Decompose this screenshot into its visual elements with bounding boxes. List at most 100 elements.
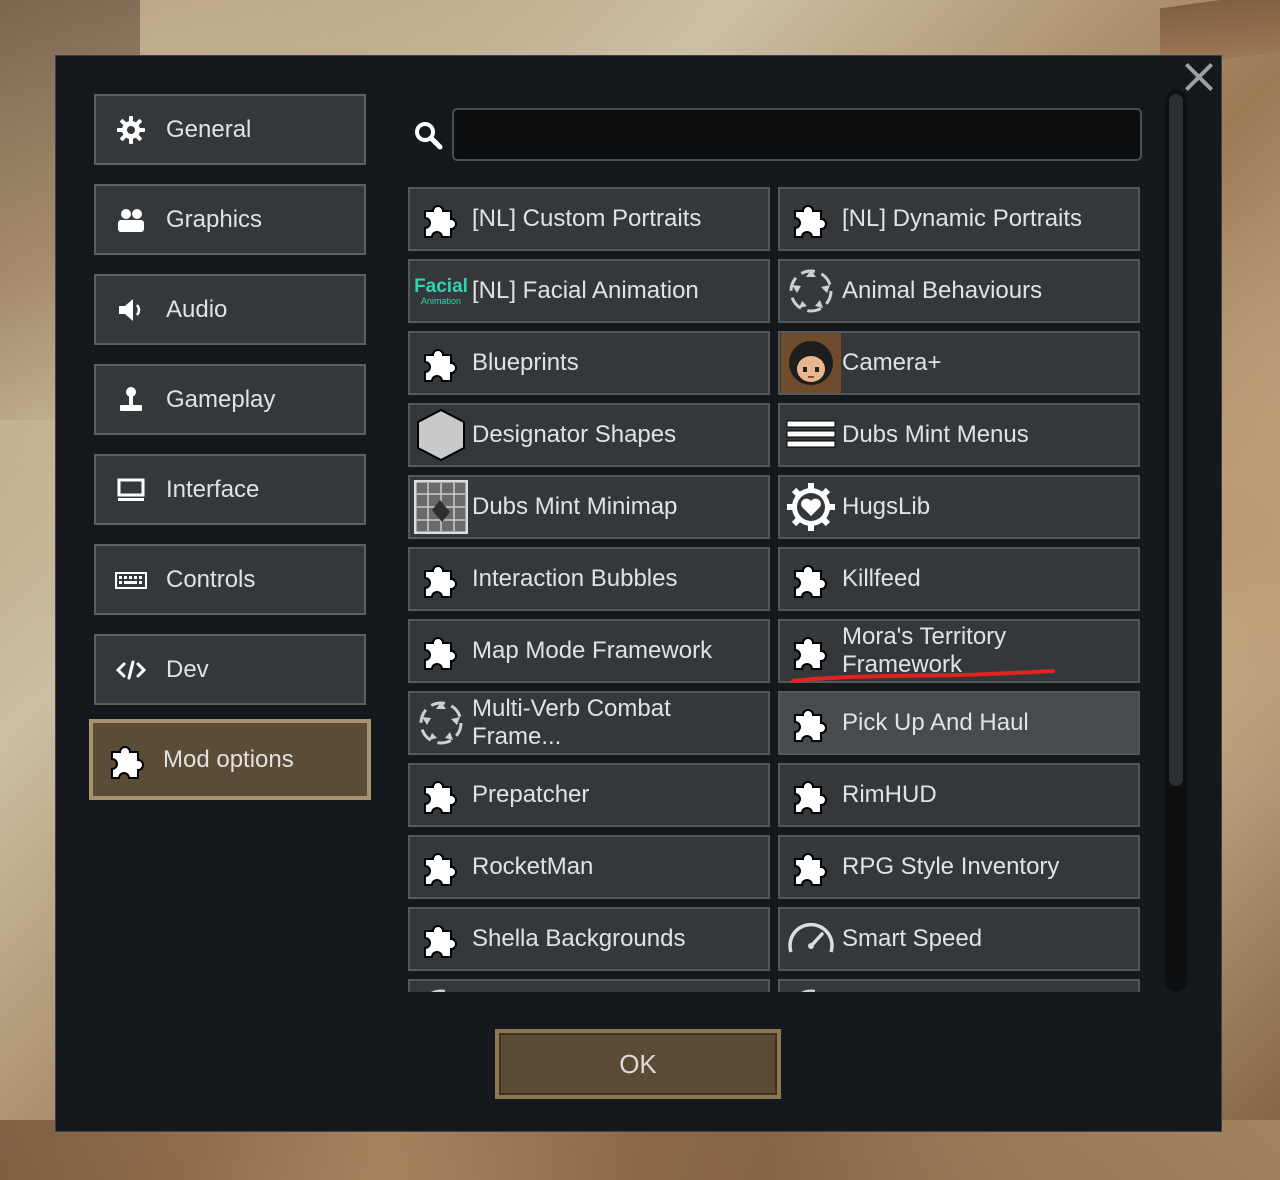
mod-item[interactable]: Blueprints bbox=[408, 331, 770, 395]
minimap-icon bbox=[410, 477, 472, 537]
puzzle-icon bbox=[410, 909, 472, 969]
sidebar-item-label: Gameplay bbox=[166, 385, 276, 413]
red-underline-annotation bbox=[791, 669, 1055, 683]
puzzle-icon bbox=[410, 621, 472, 681]
mod-item[interactable]: Dubs Mint Menus bbox=[778, 403, 1140, 467]
facial-animation-logo-icon: Facial Animation bbox=[410, 261, 472, 321]
mod-item-label: [NL] Dynamic Portraits bbox=[842, 205, 1083, 232]
mod-item-label: RimHUD bbox=[842, 781, 937, 808]
mod-item[interactable]: Pick Up And Haul bbox=[778, 691, 1140, 755]
monitor-icon bbox=[96, 475, 166, 505]
sidebar-item-graphics[interactable]: Graphics bbox=[94, 184, 366, 255]
mod-item[interactable] bbox=[778, 979, 1140, 992]
puzzle-icon bbox=[780, 765, 842, 825]
mod-item[interactable]: Designator Shapes bbox=[408, 403, 770, 467]
sidebar-item-general[interactable]: General bbox=[94, 94, 366, 165]
mod-item-label: [NL] Custom Portraits bbox=[472, 205, 702, 232]
sidebar-item-mod-options[interactable]: Mod options bbox=[89, 719, 371, 800]
puzzle-icon bbox=[410, 189, 472, 249]
puzzle-icon bbox=[410, 549, 472, 609]
puzzle-icon bbox=[93, 738, 163, 782]
search-icon bbox=[415, 122, 443, 150]
mod-item[interactable]: Facial Animation [NL] Facial Animation bbox=[408, 259, 770, 323]
circle-arrows-icon bbox=[780, 981, 842, 992]
mod-item-label: Blueprints bbox=[472, 349, 579, 376]
sidebar-item-label: Mod options bbox=[163, 745, 294, 773]
mod-item-label: Multi-Verb Combat Frame... bbox=[472, 695, 671, 750]
mod-item-label: Smart Speed bbox=[842, 925, 983, 952]
mod-item[interactable]: Prepatcher bbox=[408, 763, 770, 827]
mod-item[interactable]: Multi-Verb Combat Frame... bbox=[408, 691, 770, 755]
mod-item[interactable]: RocketMan bbox=[408, 835, 770, 899]
circle-arrows-icon bbox=[780, 261, 842, 321]
close-button[interactable] bbox=[1180, 58, 1218, 96]
sidebar-item-interface[interactable]: Interface bbox=[94, 454, 366, 525]
mod-item[interactable]: Vanilla Expanded bbox=[408, 979, 770, 992]
sidebar-item-controls[interactable]: Controls bbox=[94, 544, 366, 615]
puzzle-icon bbox=[410, 765, 472, 825]
mod-grid: [NL] Custom Portraits [NL] Dynamic Portra… bbox=[408, 187, 1140, 992]
mod-list: [NL] Custom Portraits [NL] Dynamic Portra… bbox=[408, 187, 1140, 992]
mod-item-label: Animal Behaviours bbox=[842, 277, 1043, 304]
mod-item-label: Map Mode Framework bbox=[472, 637, 713, 664]
puzzle-icon bbox=[780, 549, 842, 609]
mod-item-label: Interaction Bubbles bbox=[472, 565, 678, 592]
keyboard-icon bbox=[96, 565, 166, 595]
sidebar-item-label: General bbox=[166, 115, 252, 143]
mod-item-label: [NL] Facial Animation bbox=[472, 277, 699, 304]
mod-list-scrollbar[interactable] bbox=[1165, 90, 1187, 992]
circle-arrows-icon bbox=[410, 981, 472, 992]
mod-item-label: Shella Backgrounds bbox=[472, 925, 686, 952]
gear-icon bbox=[96, 115, 166, 145]
mod-item-label: Designator Shapes bbox=[472, 421, 677, 448]
mod-search-input[interactable] bbox=[452, 108, 1142, 161]
mod-item-label: Killfeed bbox=[842, 565, 921, 592]
mod-item-label: Dubs Mint Minimap bbox=[472, 493, 678, 520]
mod-item[interactable]: Smart Speed bbox=[778, 907, 1140, 971]
puzzle-icon bbox=[410, 333, 472, 393]
speedometer-icon bbox=[780, 909, 842, 969]
puzzle-icon bbox=[410, 837, 472, 897]
mod-item[interactable]: Animal Behaviours bbox=[778, 259, 1140, 323]
mod-item[interactable]: [NL] Dynamic Portraits bbox=[778, 187, 1140, 251]
people-icon bbox=[96, 205, 166, 235]
code-icon bbox=[96, 655, 166, 685]
facial-logo-text: Facial bbox=[414, 275, 468, 297]
mod-item[interactable]: Dubs Mint Minimap bbox=[408, 475, 770, 539]
sidebar-item-dev[interactable]: Dev bbox=[94, 634, 366, 705]
mod-item[interactable]: RimHUD bbox=[778, 763, 1140, 827]
sidebar-item-gameplay[interactable]: Gameplay bbox=[94, 364, 366, 435]
mod-item[interactable]: Map Mode Framework bbox=[408, 619, 770, 683]
facial-logo-subtext: Animation bbox=[420, 295, 462, 306]
sidebar-item-label: Controls bbox=[166, 565, 256, 593]
mod-item-label: RPG Style Inventory bbox=[842, 853, 1060, 880]
joystick-icon bbox=[96, 385, 166, 415]
mod-item[interactable]: [NL] Custom Portraits bbox=[408, 187, 770, 251]
mod-item-label: RocketMan bbox=[472, 853, 594, 880]
mod-item[interactable]: Shella Backgrounds bbox=[408, 907, 770, 971]
character-portrait-icon bbox=[780, 333, 842, 393]
mod-item-label: Pick Up And Haul bbox=[842, 709, 1029, 736]
hexagon-icon bbox=[410, 405, 472, 465]
mod-item-label: Dubs Mint Menus bbox=[842, 421, 1029, 448]
puzzle-icon bbox=[780, 837, 842, 897]
puzzle-icon bbox=[780, 189, 842, 249]
mod-item-label: Camera+ bbox=[842, 349, 942, 376]
circle-arrows-icon bbox=[410, 693, 472, 753]
sidebar-item-label: Graphics bbox=[166, 205, 263, 233]
scrollbar-thumb[interactable] bbox=[1169, 94, 1183, 786]
speaker-icon bbox=[96, 295, 166, 325]
sidebar-item-audio[interactable]: Audio bbox=[94, 274, 366, 345]
sidebar-item-label: Audio bbox=[166, 295, 228, 323]
heart-gear-icon bbox=[780, 477, 842, 537]
mod-item[interactable]: Interaction Bubbles bbox=[408, 547, 770, 611]
sidebar-item-label: Interface bbox=[166, 475, 260, 503]
puzzle-icon bbox=[780, 693, 842, 753]
ok-button[interactable]: OK bbox=[495, 1029, 781, 1099]
mod-item[interactable]: Camera+ bbox=[778, 331, 1140, 395]
mod-item[interactable]: HugsLib bbox=[778, 475, 1140, 539]
menu-lines-icon bbox=[780, 405, 842, 465]
mod-item-label: HugsLib bbox=[842, 493, 931, 520]
mod-item[interactable]: RPG Style Inventory bbox=[778, 835, 1140, 899]
mod-item[interactable]: Killfeed bbox=[778, 547, 1140, 611]
